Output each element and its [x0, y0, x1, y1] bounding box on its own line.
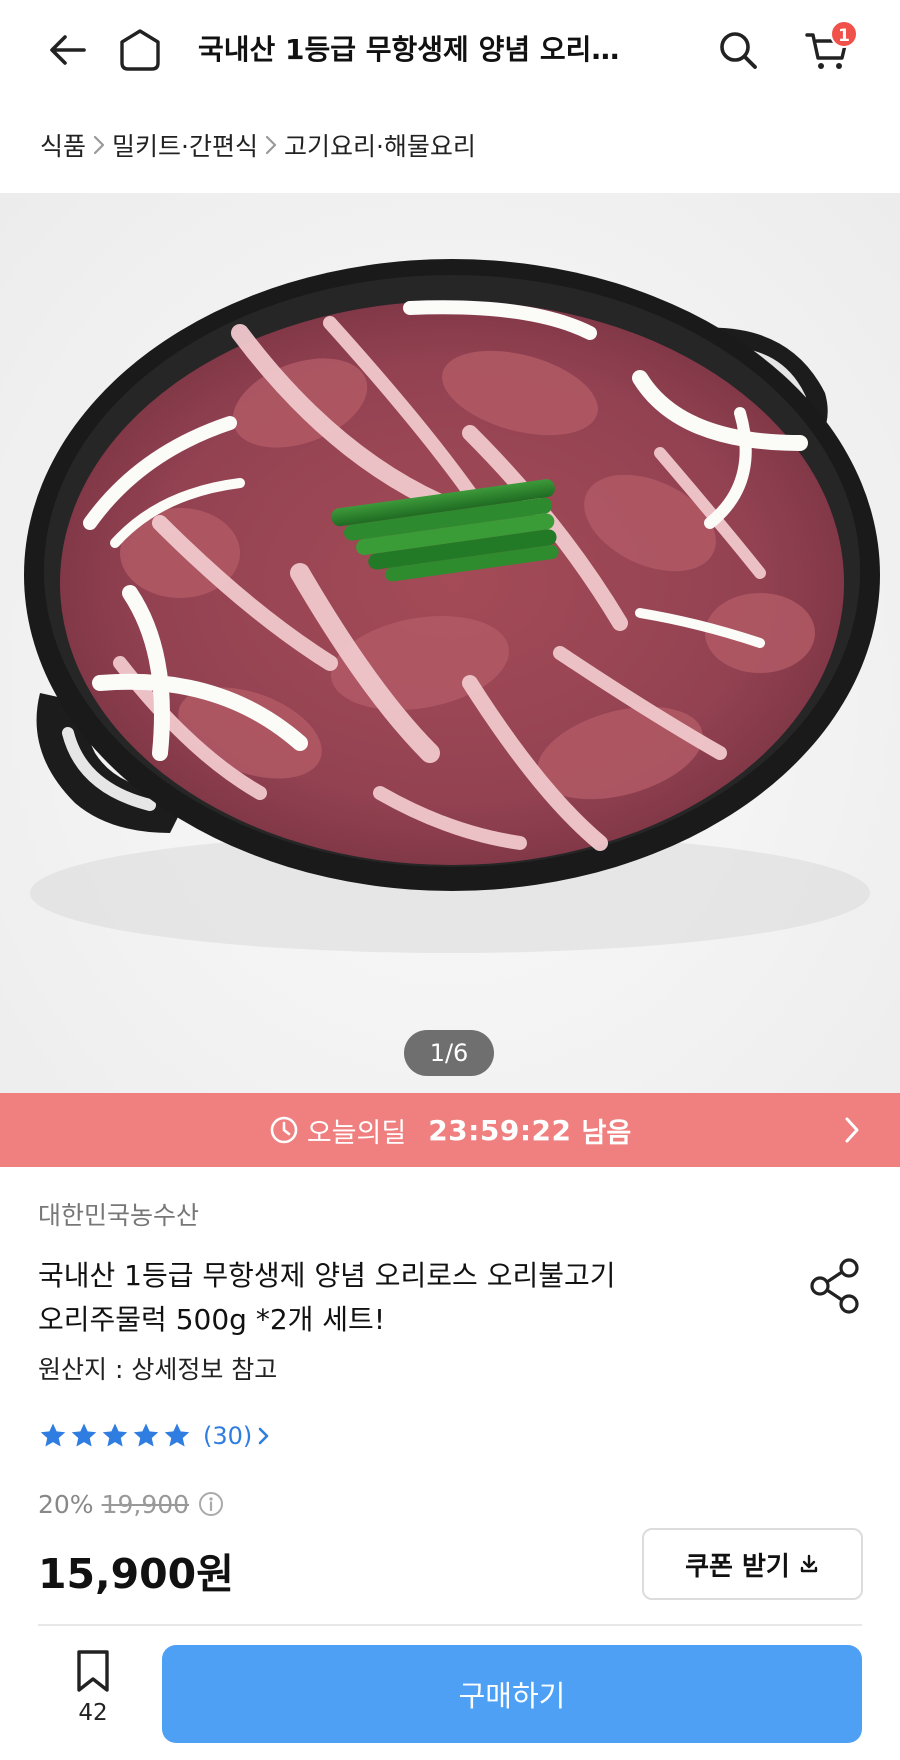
deal-remaining-label: 남음 [581, 1117, 632, 1149]
home-button[interactable] [110, 20, 170, 80]
cart-button[interactable]: 1 [798, 20, 858, 80]
home-icon [120, 29, 160, 71]
deal-info: 오늘의딜 23:59:22 남음 [269, 1111, 631, 1150]
share-button[interactable] [808, 1256, 862, 1316]
todays-deal-banner[interactable]: 오늘의딜 23:59:22 남음 [0, 1093, 900, 1167]
chevron-right-icon [86, 122, 112, 168]
buy-button[interactable]: 구매하기 [162, 1645, 862, 1743]
clock-icon [270, 1116, 298, 1144]
deal-label: 오늘의딜 [306, 1117, 407, 1149]
search-icon [720, 32, 757, 69]
chevron-right-icon [845, 1117, 859, 1143]
star-icon [102, 1423, 128, 1447]
product-title: 국내산 1등급 무항생제 양념 오리로스 오리불고기 오리주물럭 500g *2… [38, 1254, 758, 1342]
product-title-line2: 오리주물럭 500g *2개 세트! [38, 1303, 386, 1336]
coupon-button-label: 쿠폰 받기 [685, 1551, 790, 1582]
deal-countdown: 23:59:22 [428, 1113, 572, 1147]
back-button[interactable] [38, 20, 98, 80]
sale-price: 15,900원 [38, 1550, 234, 1598]
product-title-line1: 국내산 1등급 무항생제 양념 오리로스 오리불고기 [38, 1259, 616, 1292]
discount-row: 20% 19,900 [38, 1486, 225, 1522]
breadcrumb-item-mealkit[interactable]: 밀키트·간편식 [112, 127, 258, 163]
discount-rate: 20% [38, 1489, 94, 1519]
share-icon [810, 1258, 859, 1314]
image-page-indicator: 1/6 [404, 1030, 494, 1076]
product-image-carousel[interactable]: 1/6 [0, 193, 900, 1093]
chevron-right-icon [258, 1427, 269, 1445]
divider [38, 1624, 862, 1626]
download-icon [800, 1554, 818, 1573]
review-count[interactable]: (30) [203, 1422, 252, 1450]
bookmark-button[interactable]: 42 [58, 1648, 128, 1744]
star-icon [40, 1423, 66, 1447]
search-button[interactable] [708, 20, 768, 80]
top-app-bar: 국내산 1등급 무항생제 양념 오리… 1 [0, 0, 900, 100]
origin-info: 원산지 : 상세정보 참고 [38, 1355, 278, 1384]
rating-summary[interactable]: (30) [38, 1418, 272, 1454]
chevron-right-icon [258, 122, 284, 168]
star-icon [71, 1423, 97, 1447]
breadcrumb: 식품 밀키트·간편식 고기요리·해물요리 [40, 122, 476, 168]
price-info-button[interactable] [197, 1490, 225, 1518]
seller-name[interactable]: 대한민국농수산 [38, 1196, 199, 1232]
back-arrow-icon [50, 35, 86, 65]
breadcrumb-item-food[interactable]: 식품 [40, 127, 86, 163]
cart-count-badge: 1 [830, 20, 858, 48]
info-icon [199, 1492, 224, 1516]
page-title: 국내산 1등급 무항생제 양념 오리… [198, 33, 620, 66]
star-icon [164, 1423, 190, 1447]
coupon-download-button[interactable]: 쿠폰 받기 [642, 1528, 863, 1600]
product-photo [24, 259, 880, 953]
star-icon [133, 1423, 159, 1447]
breadcrumb-item-meat-seafood[interactable]: 고기요리·해물요리 [284, 127, 476, 163]
bookmark-count: 42 [78, 1700, 108, 1726]
bookmark-icon [77, 1650, 109, 1692]
original-price: 19,900 [101, 1489, 190, 1519]
